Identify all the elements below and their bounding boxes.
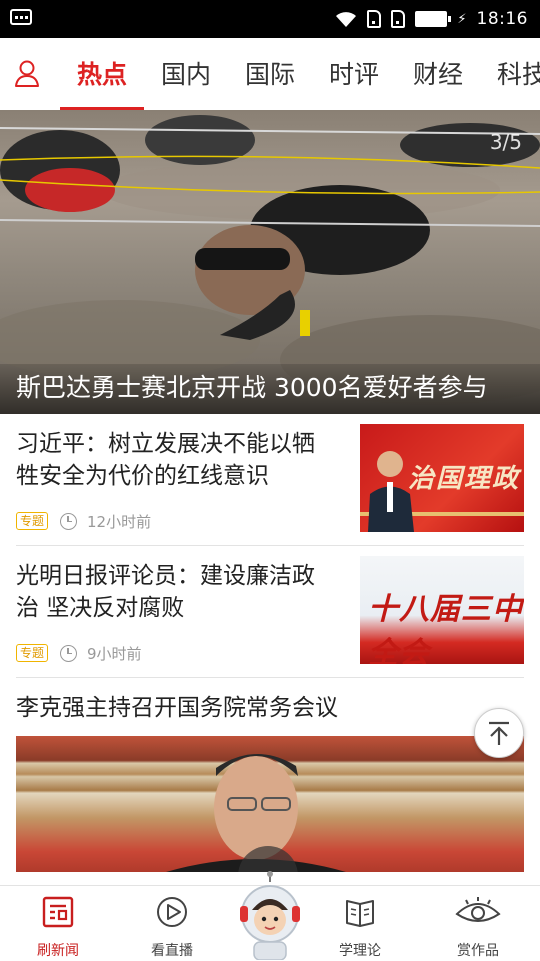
wifi-icon [336,12,357,27]
arrow-up-icon [489,721,509,745]
news-image[interactable] [16,736,524,872]
news-time: 12小时前 [87,512,152,531]
news-item[interactable]: 李克强主持召开国务院常务会议 [16,678,524,878]
tab-tech[interactable]: 科技 [480,38,540,110]
nav-news[interactable]: 刷新闻 [4,886,112,961]
status-time: 18:16 [476,9,528,29]
thumb-caption: 十八届三中全会 [368,592,523,664]
clock-icon [60,644,78,662]
mascot-button[interactable] [238,870,302,960]
hero-banner[interactable]: 3/5 斯巴达勇士赛北京开战 3000名爱好者参与 [0,110,540,414]
tab-domestic[interactable]: 国内 [144,38,228,110]
nav-live-label: 看直播 [151,943,193,959]
book-icon [346,900,374,927]
hero-pager: 3/5 [489,130,522,154]
news-title[interactable]: 光明日报评论员：建设廉洁政治 坚决反对腐败 [16,560,326,624]
sim1-icon [367,10,382,28]
news-item[interactable]: 光明日报评论员：建设廉洁政治 坚决反对腐败 专题 9小时前 十八届三中全会 [16,546,524,678]
back-to-top-button[interactable] [474,708,524,758]
status-bar: ⚡ 18:16 [0,0,540,38]
charging-icon: ⚡ [457,11,467,27]
topic-badge: 专题 [16,512,49,530]
tab-finance[interactable]: 财经 [396,38,480,110]
news-title[interactable]: 习近平：树立发展决不能以牺牲安全为代价的红线意识 [16,428,326,492]
keyboard-icon [10,9,32,25]
news-item[interactable]: 习近平：树立发展决不能以牺牲安全为代价的红线意识 专题 12小时前 治国理政 [16,414,524,546]
clock-icon [60,512,78,530]
battery-icon [415,11,452,27]
news-thumbnail[interactable]: 十八届三中全会 [360,556,524,664]
speaker-image [166,753,346,872]
news-icon [42,896,74,928]
nav-live[interactable]: 看直播 [118,886,226,961]
eye-icon [455,897,501,922]
user-icon[interactable] [10,56,44,90]
tab-international[interactable]: 国际 [228,38,312,110]
nav-theory-label: 学理论 [339,943,381,959]
nav-theory[interactable]: 学理论 [306,886,414,961]
tab-hot[interactable]: 热点 [60,38,144,110]
nav-works-label: 赏作品 [457,943,499,959]
sim2-icon [391,10,406,28]
nav-works[interactable]: 赏作品 [424,886,532,961]
topic-badge: 专题 [16,644,49,662]
tab-commentary[interactable]: 时评 [312,38,396,110]
hero-caption[interactable]: 斯巴达勇士赛北京开战 3000名爱好者参与 [0,364,540,414]
nav-news-label: 刷新闻 [37,943,79,959]
news-thumbnail[interactable]: 治国理政 [360,424,524,532]
news-time: 9小时前 [87,644,142,663]
news-title[interactable]: 李克强主持召开国务院常务会议 [16,692,516,724]
play-icon [157,897,187,927]
channel-nav: 热点 国内 国际 时评 财经 科技 [0,38,540,111]
thumb-caption: 治国理政 [407,464,520,494]
channel-tabs: 热点 国内 国际 时评 财经 科技 [60,38,540,110]
